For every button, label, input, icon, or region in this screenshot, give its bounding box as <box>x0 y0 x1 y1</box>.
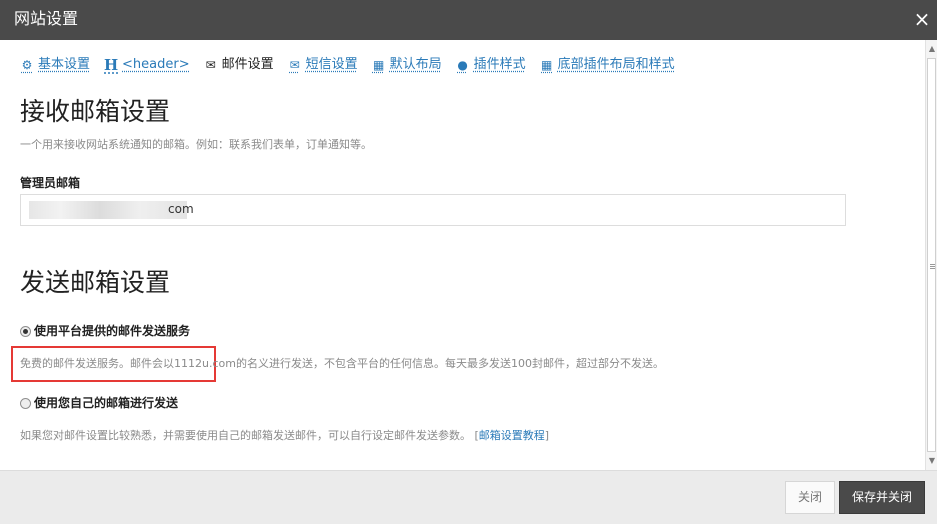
dialog-footer: 关闭 保存并关闭 <box>0 470 937 524</box>
droplet-icon: ● <box>457 58 468 72</box>
envelope-icon: ✉ <box>289 58 300 72</box>
tab-plugin-style[interactable]: ● 插件样式 <box>456 56 526 74</box>
tab-label: 底部插件布局和样式 <box>557 57 675 72</box>
tab-default-layout[interactable]: ▦ 默认布局 <box>372 56 442 74</box>
scroll-up-arrow-icon[interactable]: ▲ <box>927 44 937 54</box>
redacted-email-blur <box>29 201 187 219</box>
send-email-heading: 发送邮箱设置 <box>20 268 171 297</box>
platform-send-option[interactable]: 使用平台提供的邮件发送服务 <box>20 323 190 339</box>
tab-basic-settings[interactable]: ⚙ 基本设置 <box>20 56 90 74</box>
vertical-scrollbar[interactable]: ▲ ▼ <box>925 40 937 470</box>
tab-label: 邮件设置 <box>221 57 274 72</box>
header-h-icon: H <box>104 56 119 74</box>
receive-email-heading: 接收邮箱设置 <box>20 97 171 126</box>
tab-label: 基本设置 <box>38 57 91 72</box>
platform-send-radio[interactable] <box>20 325 31 337</box>
own-mailbox-option[interactable]: 使用您自己的邮箱进行发送 <box>20 395 178 411</box>
close-button[interactable]: 关闭 <box>785 481 835 514</box>
tab-label: 默认布局 <box>389 57 442 72</box>
tutorial-bracket-close: ] <box>544 429 550 442</box>
own-mailbox-radio[interactable] <box>20 397 31 409</box>
save-and-close-button[interactable]: 保存并关闭 <box>839 481 925 514</box>
scrollbar-thumb[interactable] <box>927 58 936 452</box>
mailbox-tutorial-link[interactable]: 邮箱设置教程 <box>479 429 545 442</box>
admin-email-label: 管理员邮箱 <box>20 176 81 190</box>
settings-tabs: ⚙ 基本设置 H <header> ✉ 邮件设置 ✉ 短信设置 ▦ 默认布局 ●… <box>20 56 689 74</box>
admin-email-input[interactable]: com <box>20 194 846 226</box>
admin-email-value: com <box>168 202 194 216</box>
receive-email-description: 一个用来接收网站系统通知的邮箱。例如：联系我们表单，订单通知等。 <box>20 138 372 151</box>
own-mailbox-description: 如果您对邮件设置比较熟悉，并需要使用自己的邮箱发送邮件，可以自行设定邮件发送参数… <box>20 429 549 443</box>
dialog-title: 网站设置 <box>14 9 79 28</box>
tab-header[interactable]: H <header> <box>104 56 190 74</box>
tab-email-settings[interactable]: ✉ 邮件设置 <box>204 56 274 74</box>
platform-send-description: 免费的邮件发送服务。邮件会以1112u.com的名义进行发送，不包含平台的任何信… <box>20 357 664 370</box>
grid-icon: ▦ <box>372 58 385 72</box>
close-icon[interactable]: × <box>911 7 933 31</box>
tab-label: <header> <box>122 57 190 72</box>
envelope-icon: ✉ <box>205 58 216 72</box>
tab-label: 插件样式 <box>473 57 526 72</box>
own-mailbox-description-text: 如果您对邮件设置比较熟悉，并需要使用自己的邮箱发送邮件，可以自行设定邮件发送参数… <box>20 429 471 442</box>
own-mailbox-label[interactable]: 使用您自己的邮箱进行发送 <box>34 395 178 411</box>
grid-dense-icon: ▦ <box>541 58 553 72</box>
dialog-titlebar: 网站设置 × <box>0 0 937 40</box>
scrollbar-grip-icon <box>930 264 935 265</box>
scroll-down-arrow-icon[interactable]: ▼ <box>927 456 937 466</box>
tab-sms-settings[interactable]: ✉ 短信设置 <box>288 56 358 74</box>
platform-send-label[interactable]: 使用平台提供的邮件发送服务 <box>34 323 190 339</box>
tab-footer-plugin-layout[interactable]: ▦ 底部插件布局和样式 <box>540 56 675 74</box>
dialog-content: ⚙ 基本设置 H <header> ✉ 邮件设置 ✉ 短信设置 ▦ 默认布局 ●… <box>0 40 925 470</box>
gear-icon: ⚙ <box>21 58 33 72</box>
tab-label: 短信设置 <box>305 57 358 72</box>
